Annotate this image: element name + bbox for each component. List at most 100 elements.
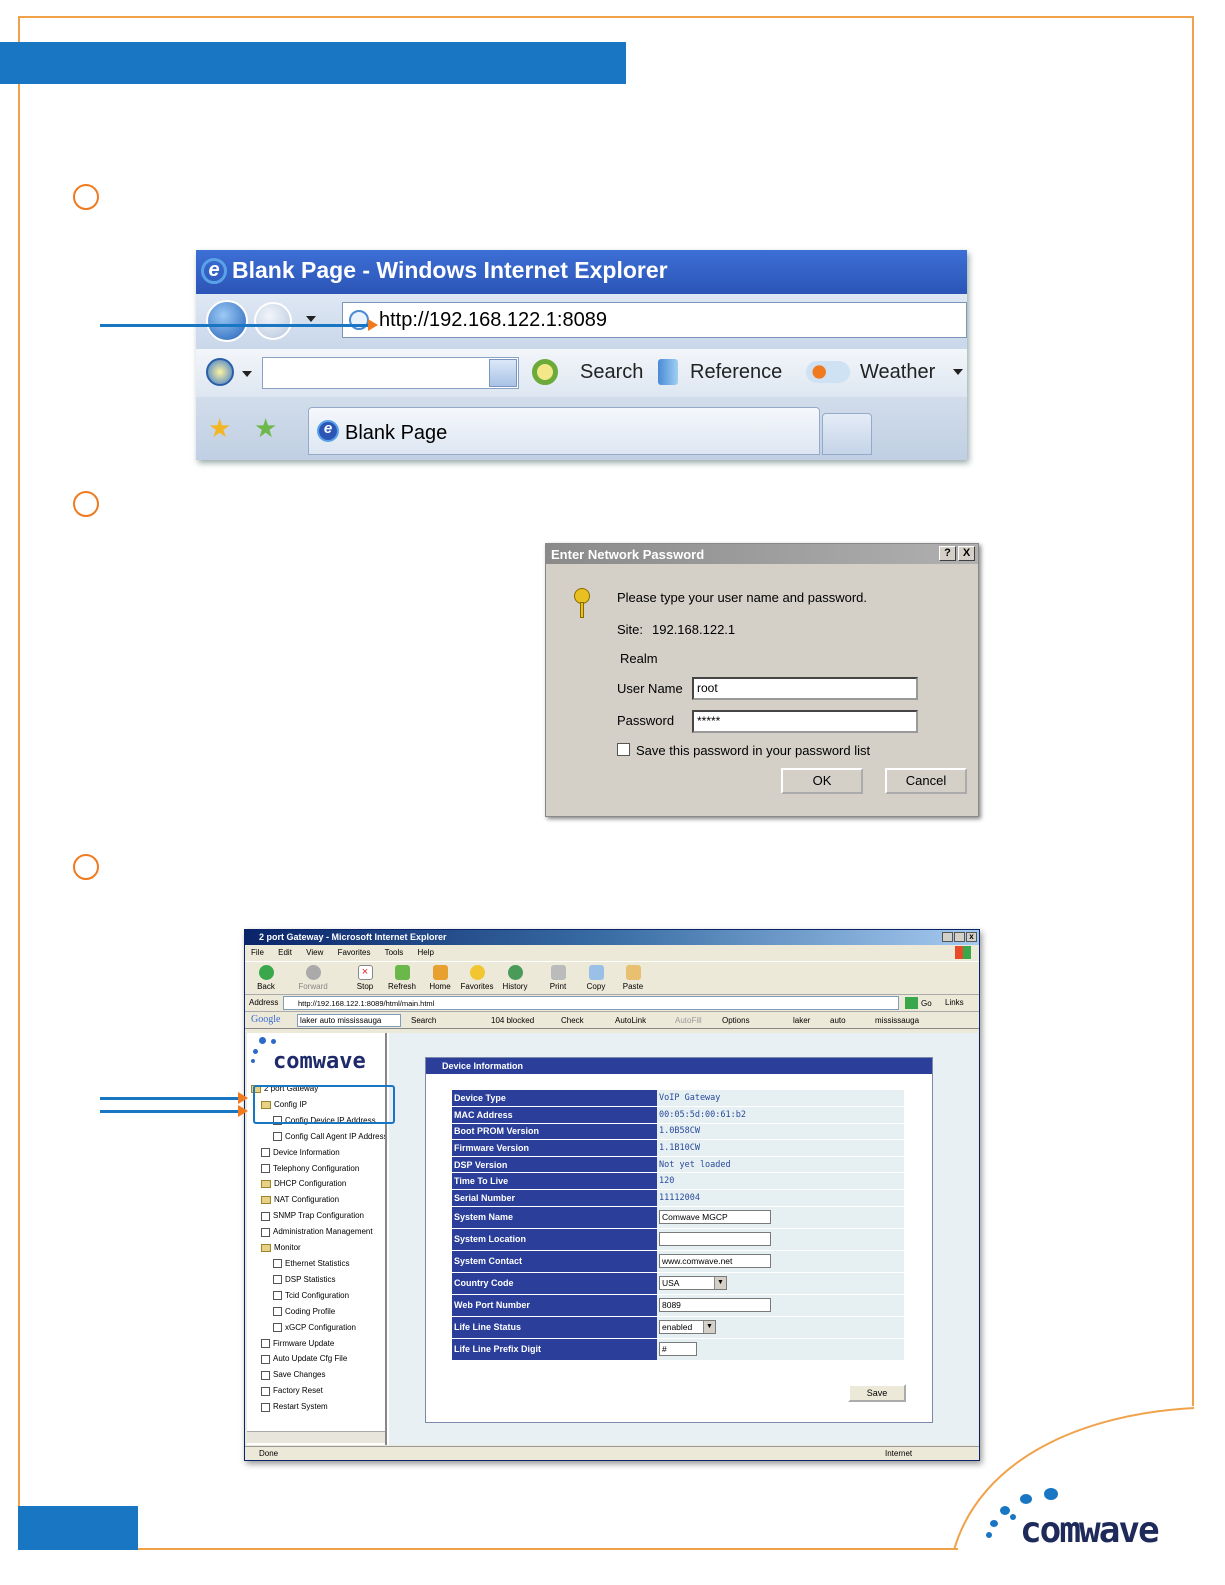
- tree-item-factory-reset[interactable]: Factory Reset: [251, 1383, 385, 1399]
- pointer-arrowhead-config-device-ip: [238, 1105, 248, 1117]
- address-bar[interactable]: http://192.168.122.1:8089: [342, 302, 967, 338]
- tree-item-save-changes[interactable]: Save Changes: [251, 1367, 385, 1383]
- history-button[interactable]: History: [497, 965, 533, 991]
- close-button[interactable]: X: [958, 546, 975, 561]
- weather-button[interactable]: Weather: [860, 361, 935, 384]
- google-search-input[interactable]: laker auto mississauga: [297, 1014, 401, 1027]
- menu-bar: File Edit View Favorites Tools Help: [245, 945, 979, 961]
- refresh-icon: [394, 965, 410, 980]
- tree-item-firmware-update[interactable]: Firmware Update: [251, 1336, 385, 1352]
- minimize-button[interactable]: [942, 932, 953, 942]
- life-line-status-select[interactable]: enabled ▼: [659, 1320, 716, 1335]
- tree-item-administration[interactable]: Administration Management: [251, 1224, 385, 1240]
- tree-item-dhcp[interactable]: DHCP Configuration: [251, 1176, 385, 1192]
- new-tab-button[interactable]: [822, 413, 872, 455]
- search-term-laker[interactable]: laker: [793, 1016, 810, 1025]
- autofill-button[interactable]: AutoFill: [675, 1016, 702, 1025]
- address-toolbar: Address http://192.168.122.1:8089/html/m…: [245, 995, 979, 1012]
- help-button[interactable]: ?: [939, 546, 956, 561]
- add-favorite-icon[interactable]: ★: [254, 415, 277, 441]
- cancel-button[interactable]: Cancel: [885, 768, 967, 794]
- tab-blank-page[interactable]: e Blank Page: [308, 407, 820, 455]
- more-dropdown-icon[interactable]: [953, 369, 963, 375]
- search-term-auto[interactable]: auto: [830, 1016, 846, 1025]
- search-dropdown-button[interactable]: [489, 359, 517, 387]
- life-line-prefix-field[interactable]: #: [659, 1342, 697, 1357]
- tree-item-device-information[interactable]: Device Information: [251, 1145, 385, 1161]
- site-label: Site:: [617, 622, 644, 637]
- search-term-mississauga[interactable]: mississauga: [875, 1016, 919, 1025]
- horizontal-scrollbar[interactable]: [247, 1431, 385, 1443]
- menu-edit[interactable]: Edit: [278, 948, 292, 957]
- options-button[interactable]: Options: [722, 1016, 750, 1025]
- tree-item-telephony[interactable]: Telephony Configuration: [251, 1161, 385, 1177]
- tree-item-monitor[interactable]: Monitor: [251, 1240, 385, 1256]
- forward-icon[interactable]: [254, 302, 292, 340]
- dialog-prompt: Please type your user name and password.: [617, 590, 868, 605]
- tree-item-dsp-statistics[interactable]: DSP Statistics: [251, 1272, 385, 1288]
- tree-item-config-call-agent-ip[interactable]: Config Call Agent IP Address: [251, 1129, 385, 1145]
- popup-blocker-button[interactable]: 104 blocked: [491, 1016, 534, 1025]
- menu-favorites[interactable]: Favorites: [338, 948, 371, 957]
- tree-item-restart-system[interactable]: Restart System: [251, 1399, 385, 1415]
- forward-button[interactable]: Forward: [295, 965, 331, 991]
- pointer-arrowhead-config-ip: [238, 1092, 248, 1104]
- system-contact-field[interactable]: www.comwave.net: [659, 1254, 771, 1269]
- tree-item-tcid[interactable]: Tcid Configuration: [251, 1288, 385, 1304]
- tree-item-snmp[interactable]: SNMP Trap Configuration: [251, 1208, 385, 1224]
- paste-button[interactable]: Paste: [615, 965, 651, 991]
- save-button[interactable]: Save: [848, 1384, 906, 1402]
- copy-button[interactable]: Copy: [578, 965, 614, 991]
- favorites-center-icon[interactable]: ★: [208, 415, 231, 441]
- history-dropdown-icon[interactable]: [306, 316, 316, 322]
- refresh-button[interactable]: Refresh: [384, 965, 420, 991]
- country-code-select[interactable]: USA ▼: [659, 1276, 727, 1291]
- close-button[interactable]: x: [966, 932, 977, 942]
- address-bar[interactable]: http://192.168.122.1:8089/html/main.html: [283, 996, 899, 1010]
- system-name-field[interactable]: Comwave MGCP: [659, 1210, 771, 1225]
- tree-item-xgcp[interactable]: xGCP Configuration: [251, 1320, 385, 1336]
- history-icon: [507, 965, 523, 980]
- search-target-icon[interactable]: [532, 359, 558, 385]
- password-field[interactable]: *****: [692, 710, 918, 733]
- tree-item-auto-update[interactable]: Auto Update Cfg File: [251, 1351, 385, 1367]
- maximize-button[interactable]: [954, 932, 965, 942]
- search-box[interactable]: [262, 357, 519, 389]
- links-button[interactable]: Links: [945, 998, 964, 1007]
- go-button[interactable]: Go: [921, 999, 932, 1008]
- back-icon[interactable]: [206, 300, 248, 342]
- menu-help[interactable]: Help: [418, 948, 434, 957]
- menu-file[interactable]: File: [251, 948, 264, 957]
- search-button[interactable]: Search: [580, 361, 643, 384]
- go-icon[interactable]: [905, 997, 918, 1009]
- tree-item-nat[interactable]: NAT Configuration: [251, 1192, 385, 1208]
- weather-icon[interactable]: [806, 361, 850, 383]
- toolbar-dropdown-icon[interactable]: [242, 371, 252, 377]
- home-button[interactable]: Home: [422, 965, 458, 991]
- stop-button[interactable]: × Stop: [347, 965, 383, 991]
- autolink-button[interactable]: AutoLink: [615, 1016, 646, 1025]
- table-row: Life Line Prefix Digit #: [452, 1338, 904, 1361]
- tree-item-coding-profile[interactable]: Coding Profile: [251, 1304, 385, 1320]
- favorites-button[interactable]: Favorites: [459, 965, 495, 991]
- tab-bar: ★ ★ e Blank Page: [196, 397, 967, 460]
- menu-view[interactable]: View: [306, 948, 323, 957]
- favorites-star-icon[interactable]: [206, 358, 234, 386]
- menu-tools[interactable]: Tools: [385, 948, 404, 957]
- tree-item-ethernet-statistics[interactable]: Ethernet Statistics: [251, 1256, 385, 1272]
- page-frame-top: [18, 16, 1194, 18]
- google-search-button[interactable]: Search: [411, 1016, 436, 1025]
- spell-check-button[interactable]: Check: [561, 1016, 584, 1025]
- back-button[interactable]: Back: [248, 965, 284, 991]
- ok-button[interactable]: OK: [781, 768, 863, 794]
- tab-page-icon: e: [317, 420, 339, 442]
- reference-button[interactable]: Reference: [690, 361, 782, 384]
- save-password-checkbox[interactable]: [617, 743, 630, 756]
- reference-icon[interactable]: [658, 359, 678, 385]
- system-location-field[interactable]: [659, 1232, 771, 1247]
- print-button[interactable]: Print: [540, 965, 576, 991]
- pointer-line-config-device-ip: [100, 1110, 240, 1113]
- keys-icon: [574, 588, 594, 620]
- username-field[interactable]: root: [692, 677, 918, 700]
- web-port-field[interactable]: 8089: [659, 1298, 771, 1313]
